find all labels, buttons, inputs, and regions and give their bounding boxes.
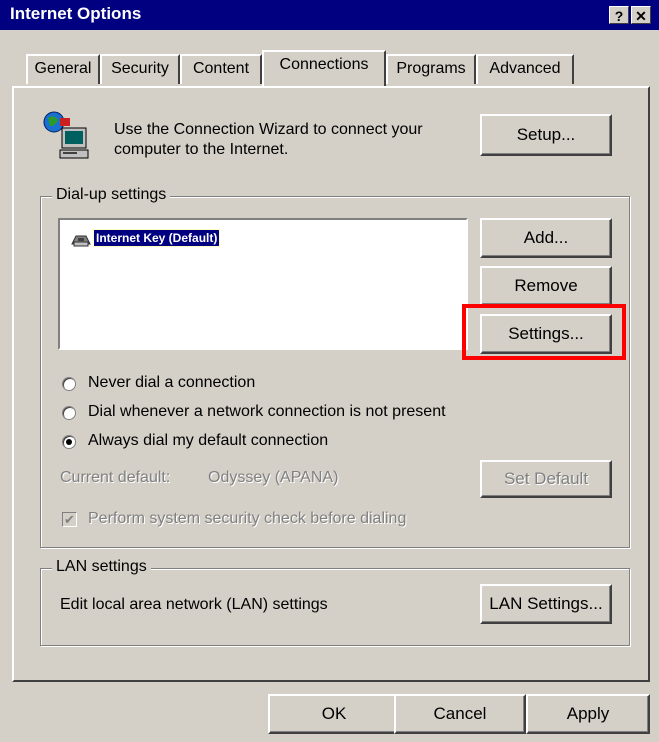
radio-dial-when-needed[interactable]: Dial whenever a network connection is no…	[60, 403, 500, 423]
radio-never-dial-label: Never dial a connection	[88, 374, 256, 391]
lan-description: Edit local area network (LAN) settings	[60, 596, 328, 613]
add-button[interactable]: Add...	[480, 218, 612, 258]
wizard-text-line-1: Use the Connection Wizard to connect you…	[114, 121, 423, 138]
lan-settings-button[interactable]: LAN Settings...	[480, 584, 612, 624]
red-highlight-box	[462, 304, 626, 360]
set-default-button[interactable]: Set Default	[480, 460, 612, 498]
remove-button[interactable]: Remove	[480, 266, 612, 306]
window-title: Internet Options	[10, 4, 142, 23]
radio-always-dial-label: Always dial my default connection	[88, 432, 329, 449]
tab-connections[interactable]: Connections	[262, 50, 386, 86]
tab-security[interactable]: Security	[100, 54, 180, 84]
radio-button-checked[interactable]	[62, 435, 76, 449]
lan-settings-legend: LAN settings	[52, 558, 151, 576]
apply-button[interactable]: Apply	[526, 694, 650, 734]
radio-never-dial[interactable]: Never dial a connection	[60, 374, 480, 394]
setup-button[interactable]: Setup...	[480, 114, 612, 156]
tab-general[interactable]: General	[26, 54, 100, 84]
list-item-label: Internet Key (Default)	[92, 229, 221, 247]
current-default-label: Current default:	[60, 469, 171, 486]
security-check-checkbox[interactable]: ✔	[62, 512, 77, 527]
connection-wizard-icon	[40, 108, 96, 164]
radio-always-dial[interactable]: Always dial my default connection	[60, 432, 480, 452]
radio-button[interactable]	[62, 406, 76, 420]
cancel-button[interactable]: Cancel	[394, 694, 526, 734]
tab-content[interactable]: Content	[180, 54, 262, 84]
radio-dial-when-needed-label: Dial whenever a network connection is no…	[88, 403, 446, 420]
connections-listbox[interactable]: Internet Key (Default)	[58, 218, 468, 350]
dialup-settings-legend: Dial-up settings	[52, 186, 171, 204]
wizard-text-line-2: computer to the Internet.	[114, 141, 289, 158]
current-default-value: Odyssey (APANA)	[208, 469, 339, 486]
wizard-description: Use the Connection Wizard to connect you…	[114, 120, 423, 160]
tab-advanced[interactable]: Advanced	[476, 54, 574, 84]
close-button[interactable]: ✕	[631, 6, 651, 24]
tab-programs[interactable]: Programs	[386, 54, 476, 84]
title-bar: Internet Options ? ✕	[0, 0, 659, 30]
help-button[interactable]: ?	[609, 6, 629, 24]
dialup-connection-icon	[71, 235, 91, 247]
security-check-label: Perform system security check before dia…	[88, 510, 407, 527]
ok-button[interactable]: OK	[268, 694, 400, 734]
radio-button[interactable]	[62, 377, 76, 391]
